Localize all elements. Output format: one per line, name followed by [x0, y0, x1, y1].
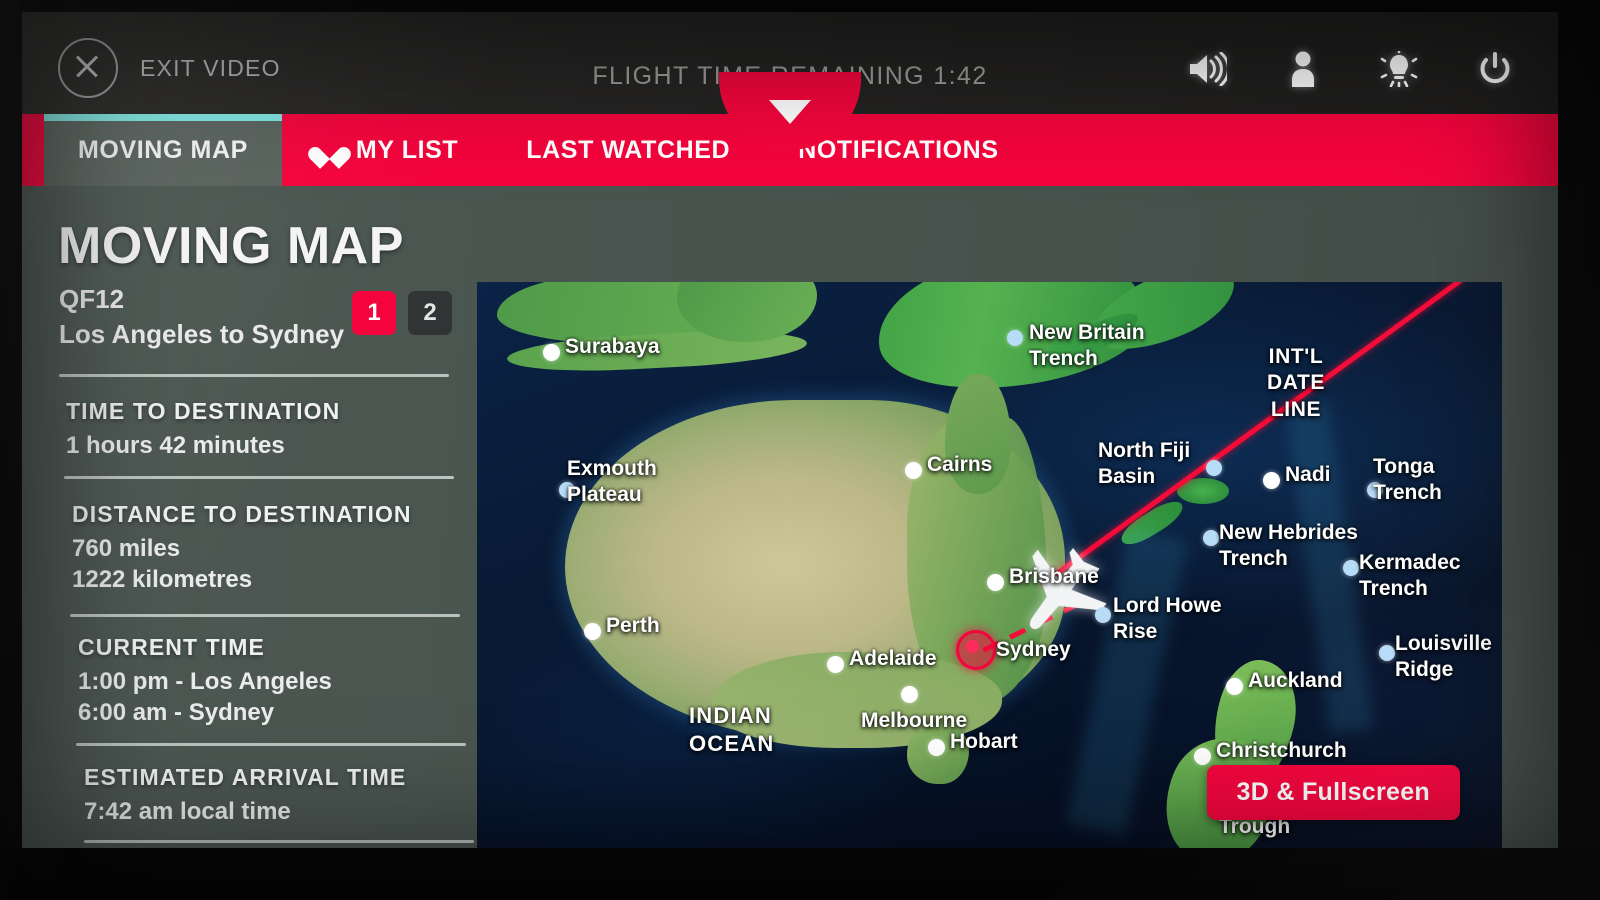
- divider: [76, 743, 466, 746]
- info-label: ESTIMATED ARRIVAL TIME: [84, 764, 407, 790]
- tab-last-watched[interactable]: LAST WATCHED: [492, 114, 764, 186]
- map-label-intl-date-line: INT'L DATE LINE: [1267, 345, 1326, 421]
- info-value: 1 hours 42 minutes: [66, 432, 285, 459]
- map-label-sydney: Sydney: [996, 638, 1071, 661]
- info-value-kilometres: 1222 kilometres: [72, 566, 253, 594]
- page-selector: 1 2: [352, 291, 452, 335]
- top-status-bar: EXIT VIDEO FLIGHT TIME REMAINING 1:42: [22, 12, 1558, 150]
- nav-tabs: MOVING MAP MY LIST LAST WATCHED NOTIFICA…: [44, 114, 1033, 186]
- bezel-right: [1558, 0, 1600, 900]
- map-marker-sea-feature: [1343, 560, 1359, 576]
- map-label-christchurch: Christchurch: [1216, 739, 1347, 762]
- bezel-top: [0, 0, 1600, 12]
- tab-moving-map[interactable]: MOVING MAP: [44, 114, 282, 186]
- map-marker-city: [928, 739, 945, 756]
- map-label-tonga-trench: Tonga Trench: [1373, 455, 1442, 505]
- map-label-auckland: Auckland: [1248, 669, 1343, 692]
- map-label-louisville-ridge: Louisville Ridge: [1395, 632, 1492, 682]
- flight-number: QF12: [59, 284, 125, 314]
- map-label-surabaya: Surabaya: [565, 335, 660, 358]
- map-marker-city: [584, 623, 601, 640]
- map-canvas[interactable]: Surabaya Cairns Perth Brisbane Adelaide …: [477, 282, 1502, 848]
- tab-my-list-label: MY LIST: [355, 135, 459, 164]
- info-time-to-destination: TIME TO DESTINATION 1 hours 42 minutes: [66, 398, 340, 460]
- heart-icon: [316, 138, 342, 162]
- page-title: MOVING MAP: [58, 217, 404, 275]
- map-label-perth: Perth: [606, 614, 660, 637]
- map-marker-sea-feature: [1095, 607, 1111, 623]
- map-marker-city: [1226, 678, 1243, 695]
- map-marker-city: [1194, 748, 1211, 765]
- volume-icon[interactable]: [1186, 48, 1228, 90]
- flight-info-sidebar: MOVING MAP QF12 Los Angeles to Sydney 1 …: [22, 186, 477, 848]
- map-marker-city: [987, 574, 1004, 591]
- divider: [64, 476, 454, 479]
- destination-pin-icon: [956, 630, 996, 670]
- map-label-hobart: Hobart: [950, 730, 1018, 753]
- map-label-cairns: Cairns: [927, 453, 993, 476]
- bezel-left: [0, 0, 22, 900]
- map-marker-city: [905, 462, 922, 479]
- map-label-indian-ocean: INDIAN OCEAN: [689, 703, 775, 756]
- info-label: CURRENT TIME: [78, 634, 265, 660]
- map-label-brisbane: Brisbane: [1009, 565, 1099, 588]
- attendant-call-icon[interactable]: [1282, 48, 1324, 90]
- info-value: 7:42 am local time: [84, 798, 291, 825]
- info-estimated-arrival-time: ESTIMATED ARRIVAL TIME 7:42 am local tim…: [84, 764, 406, 826]
- divider: [70, 614, 460, 617]
- bezel-bottom: [0, 848, 1600, 900]
- info-current-time: CURRENT TIME 1:00 pm - Los Angeles 6:00 …: [78, 634, 332, 728]
- tab-moving-map-label: MOVING MAP: [78, 135, 248, 164]
- info-value-miles: 760 miles: [72, 535, 181, 562]
- info-label: DISTANCE TO DESTINATION: [72, 501, 412, 527]
- map-label-new-britain-trench: New Britain Trench: [1029, 321, 1145, 371]
- info-value-los-angeles: 1:00 pm - Los Angeles: [78, 668, 332, 695]
- map-label-lord-howe-rise: Lord Howe Rise: [1113, 594, 1222, 644]
- info-distance-to-destination: DISTANCE TO DESTINATION 760 miles 1222 k…: [72, 501, 412, 595]
- map-marker-sea-feature: [1203, 530, 1219, 546]
- reading-light-icon[interactable]: [1378, 48, 1420, 90]
- divider: [84, 840, 474, 843]
- power-icon[interactable]: [1474, 48, 1516, 90]
- route-label: Los Angeles to Sydney: [59, 319, 345, 349]
- map-marker-city: [901, 686, 918, 703]
- map-label-north-fiji-basin: North Fiji Basin: [1098, 439, 1191, 489]
- cabin-screen-photo: EXIT VIDEO FLIGHT TIME REMAINING 1:42: [0, 0, 1600, 900]
- map-marker-city: [1263, 472, 1280, 489]
- divider: [59, 374, 449, 377]
- map-marker-sea-feature: [1007, 330, 1023, 346]
- ife-screen: EXIT VIDEO FLIGHT TIME REMAINING 1:42: [22, 12, 1558, 848]
- map-label-exmouth-plateau: Exmouth Plateau: [567, 457, 657, 507]
- map-marker-city: [827, 656, 844, 673]
- fullscreen-3d-button[interactable]: 3D & Fullscreen: [1206, 765, 1460, 820]
- tab-my-list[interactable]: MY LIST: [282, 114, 492, 186]
- tab-notifications-label: NOTIFICATIONS: [798, 135, 999, 164]
- map-label-kermadec-trench: Kermadec Trench: [1359, 551, 1461, 601]
- system-icon-group: [1186, 48, 1516, 90]
- page-button-2[interactable]: 2: [408, 291, 452, 335]
- map-label-nadi: Nadi: [1285, 463, 1331, 486]
- chevron-down-triangle-icon: [769, 100, 811, 124]
- info-label: TIME TO DESTINATION: [66, 398, 341, 424]
- content-area: MOVING MAP QF12 Los Angeles to Sydney 1 …: [22, 186, 1558, 848]
- page-button-1[interactable]: 1: [352, 291, 396, 335]
- tab-last-watched-label: LAST WATCHED: [526, 135, 731, 164]
- map-label-adelaide: Adelaide: [849, 647, 937, 670]
- map-marker-sea-feature: [1379, 645, 1395, 661]
- map-marker-city: [543, 344, 560, 361]
- map-marker-sea-feature: [1206, 460, 1222, 476]
- map-label-new-hebrides-trench: New Hebrides Trench: [1219, 521, 1358, 571]
- info-value-sydney: 6:00 am - Sydney: [78, 699, 275, 727]
- moving-map-panel[interactable]: Surabaya Cairns Perth Brisbane Adelaide …: [477, 282, 1502, 848]
